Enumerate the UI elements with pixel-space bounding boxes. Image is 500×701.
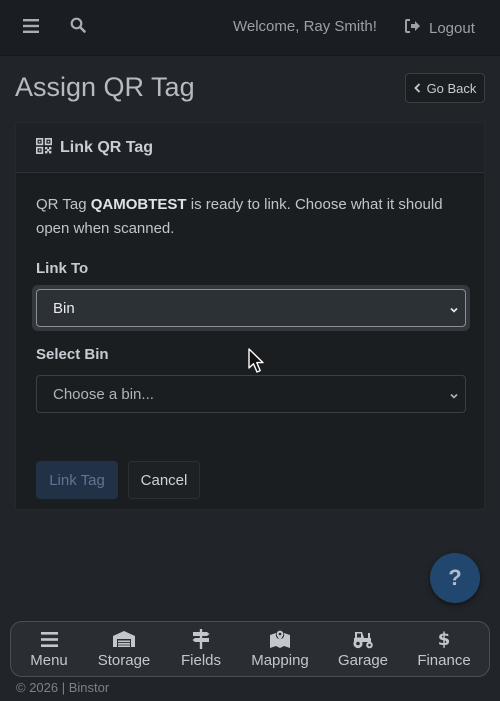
cancel-button[interactable]: Cancel	[128, 461, 200, 499]
select-bin-placeholder: Choose a bin...	[53, 385, 154, 403]
map-marker-icon	[269, 628, 291, 650]
bottom-nav-label: Menu	[30, 652, 68, 669]
go-back-button[interactable]: Go Back	[405, 73, 485, 103]
link-to-label: Link To	[36, 260, 89, 277]
select-bin-label: Select Bin	[36, 346, 109, 363]
select-bin-select[interactable]: Choose a bin...	[36, 375, 466, 413]
signpost-icon	[191, 628, 211, 650]
bottom-nav-item-fields[interactable]: Fields	[161, 628, 241, 672]
intro-text: QR Tag QAMOBTEST is ready to link. Choos…	[36, 196, 443, 237]
logout-icon	[405, 19, 421, 37]
go-back-label: Go Back	[426, 80, 477, 96]
bottom-nav-label: Fields	[180, 652, 221, 669]
footer-text: © 2026 | Binstor	[16, 680, 110, 695]
tractor-icon	[351, 628, 375, 650]
bottom-nav-item-menu[interactable]: Menu	[9, 628, 89, 672]
card-header: Link QR Tag	[16, 123, 484, 173]
top-navbar: Welcome, Ray Smith! Logout	[0, 0, 500, 56]
menu-icon	[40, 628, 58, 650]
logout-label: Logout	[429, 19, 475, 37]
chevron-down-icon	[449, 302, 459, 313]
bottom-nav-label: Storage	[97, 652, 151, 669]
bottom-nav-item-finance[interactable]: $ Finance	[404, 628, 484, 672]
search-icon[interactable]	[67, 17, 89, 39]
link-to-value: Bin	[53, 299, 75, 317]
help-button[interactable]: ?	[430, 553, 480, 603]
logout-button[interactable]: Logout	[405, 17, 475, 39]
bottom-nav-item-storage[interactable]: Storage	[84, 628, 164, 672]
bottom-nav: Menu Storage Fields Mapping Garage $ Fin…	[10, 621, 490, 677]
bottom-nav-label: Finance	[417, 652, 471, 669]
chevron-down-icon	[449, 388, 459, 399]
mouse-cursor-icon	[248, 348, 266, 378]
welcome-text: Welcome, Ray Smith!	[233, 18, 377, 35]
page-title: Assign QR Tag	[15, 72, 195, 102]
link-to-select[interactable]: Bin	[36, 289, 466, 327]
link-tag-button[interactable]: Link Tag	[36, 461, 118, 499]
warehouse-icon	[112, 628, 136, 650]
hamburger-icon[interactable]	[20, 17, 42, 39]
tag-code: QAMOBTEST	[90, 196, 187, 213]
chevron-left-icon	[413, 81, 421, 96]
bottom-nav-label: Mapping	[251, 652, 309, 669]
card-title: Link QR Tag	[60, 138, 154, 156]
qrcode-icon	[36, 137, 53, 158]
dollar-icon: $	[437, 628, 451, 650]
bottom-nav-item-garage[interactable]: Garage	[323, 628, 403, 672]
bottom-nav-item-mapping[interactable]: Mapping	[240, 628, 320, 672]
link-qr-card: Link QR Tag QR Tag QAMOBTEST is ready to…	[15, 122, 485, 510]
bottom-nav-label: Garage	[337, 652, 389, 669]
